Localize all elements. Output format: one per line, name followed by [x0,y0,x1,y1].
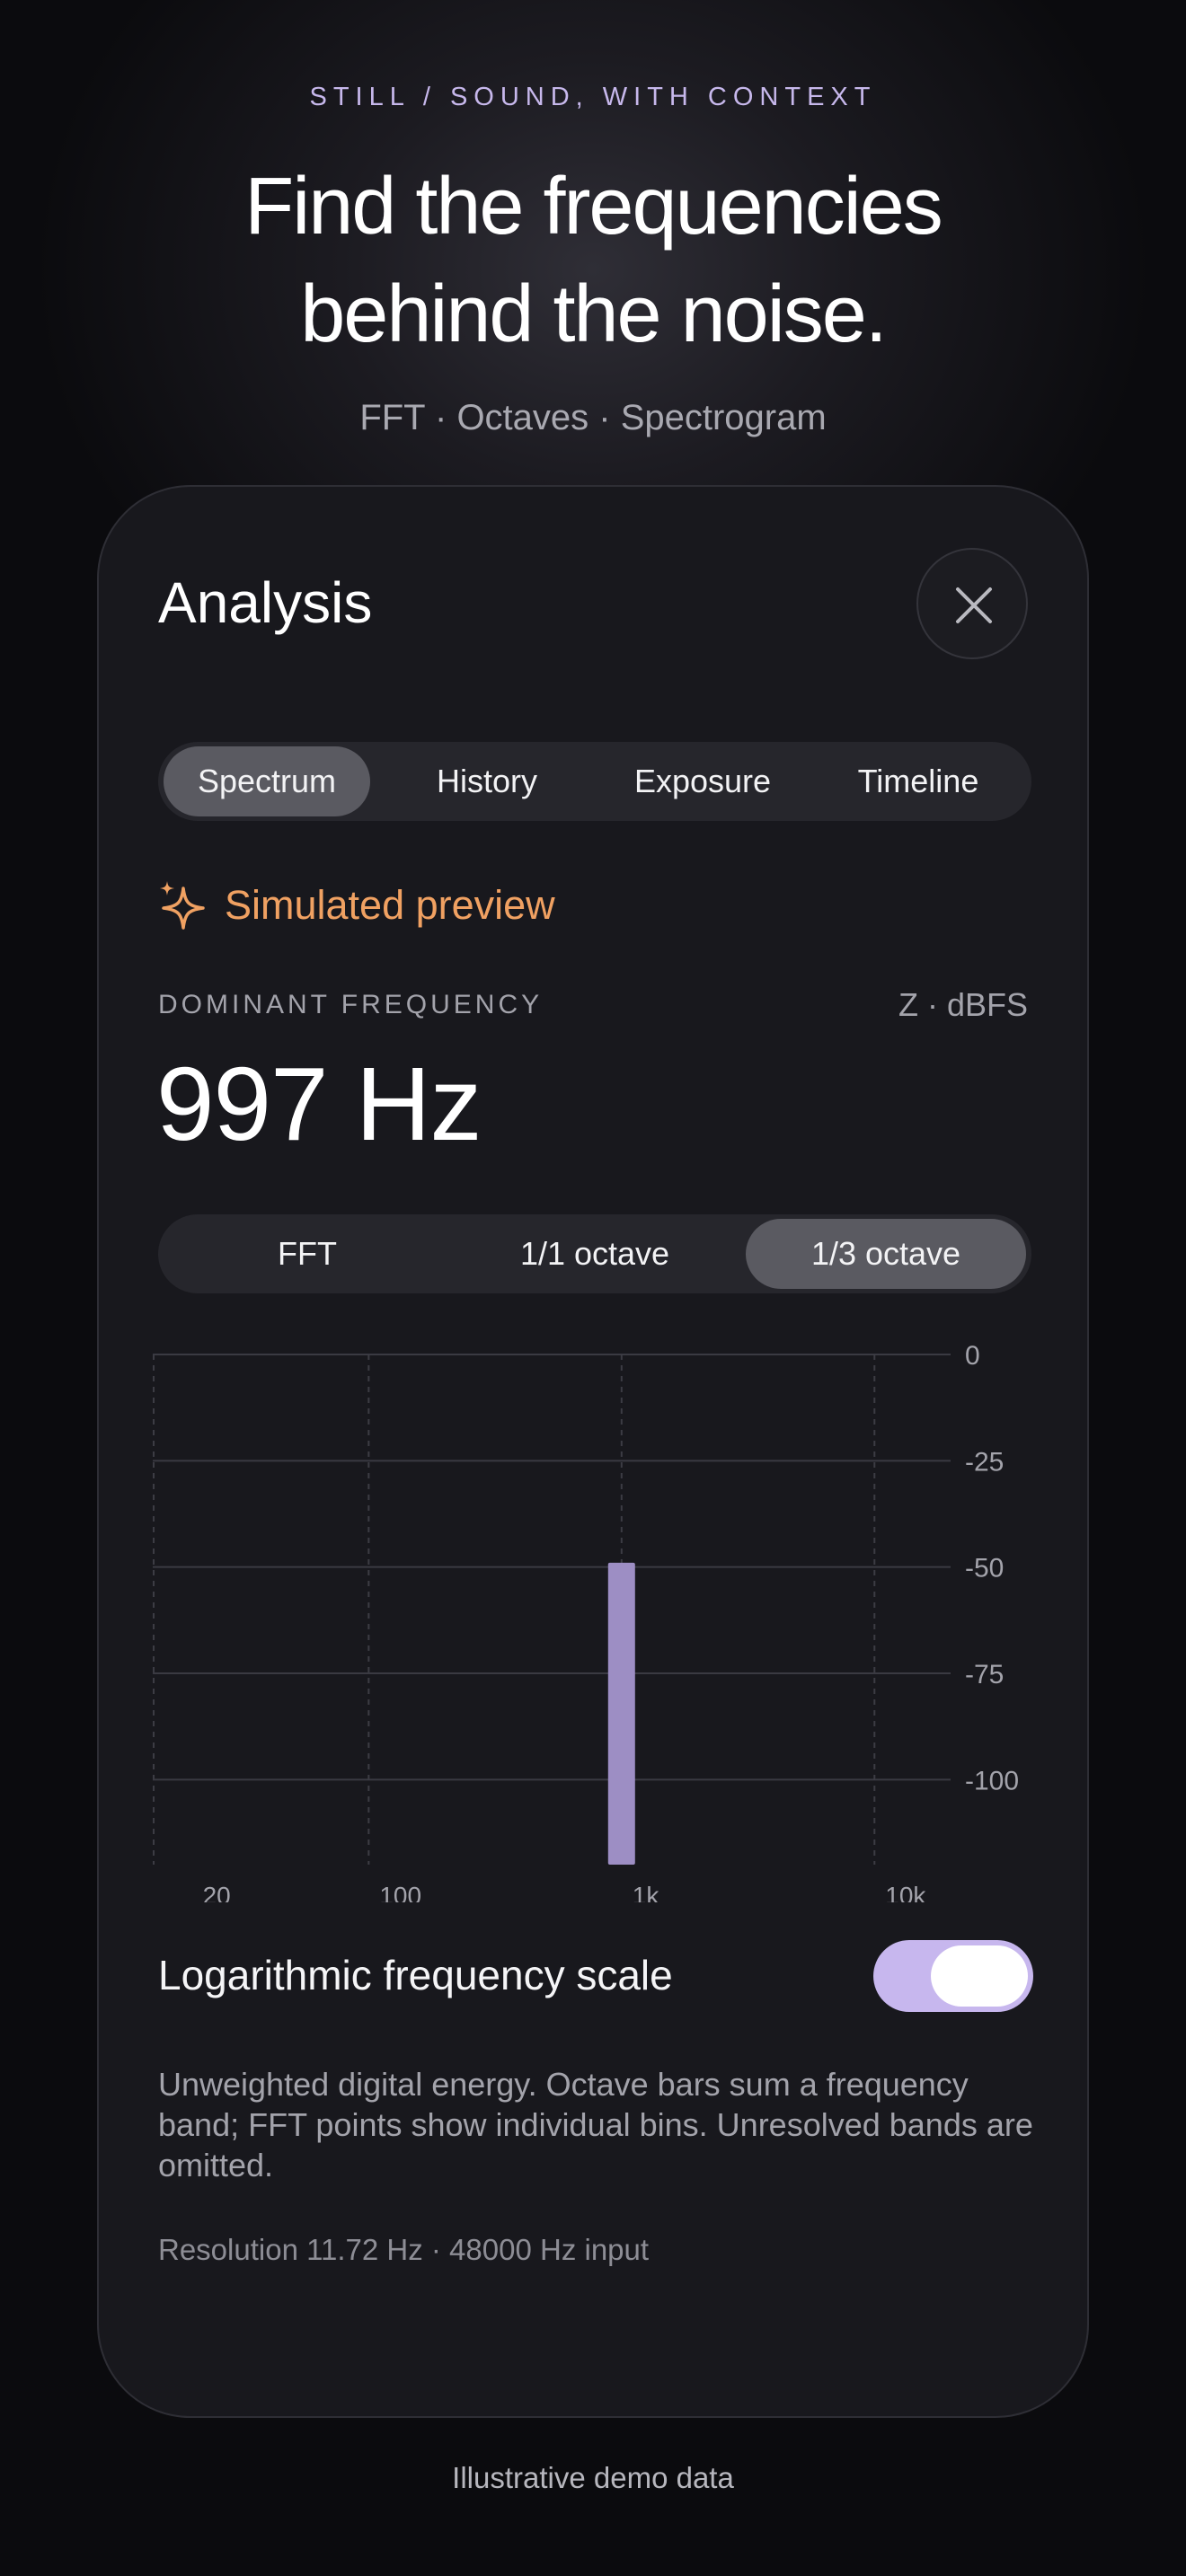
tab-history[interactable]: History [379,746,595,816]
headline: Find the frequencies behind the noise. [0,153,1186,368]
tab-spectrum[interactable]: Spectrum [164,746,370,816]
y-tick-label: -50 [965,1554,1004,1584]
headline-line-2: behind the noise. [300,269,888,359]
preview-label: Simulated preview [225,882,555,928]
spectrum-bar [607,1562,635,1865]
log-scale-label: Logarithmic frequency scale [158,1952,673,1998]
close-icon [956,587,992,623]
sparkles-icon [160,881,205,930]
spectrum-chart: 0 -25 -50 -75 -100 20 100 1k 10k [153,1341,1019,1902]
analysis-tabs: Spectrum History Exposure Timeline [158,742,1031,821]
dominant-frequency-label: DOMINANT FREQUENCY [158,990,544,1019]
resolution-text: Resolution 11.72 Hz · 48000 Hz input [158,2233,650,2266]
close-button[interactable] [916,548,1028,659]
panel-title: Analysis [158,570,373,635]
x-tick-label: 20 [203,1882,231,1902]
spectrum-mode-selector: FFT 1/1 octave 1/3 octave [158,1214,1031,1293]
y-tick-label: -100 [965,1766,1019,1795]
x-tick-label: 10k [885,1882,926,1902]
eyebrow-text: STILL / SOUND, WITH CONTEXT [309,83,877,111]
log-scale-toggle[interactable] [873,1940,1033,2012]
analysis-panel: Analysis Spectrum History Exposure Timel… [97,485,1089,2418]
headline-line-1: Find the frequencies [244,162,943,251]
subline: FFT · Octaves · Spectrogram [359,398,827,437]
tab-timeline[interactable]: Timeline [810,746,1026,816]
dominant-frequency-value: 997 Hz [156,1045,482,1162]
x-tick-label: 100 [379,1882,421,1902]
description-text: Unweighted digital energy. Octave bars s… [158,2066,1033,2183]
simulated-preview-notice: Simulated preview [158,878,555,932]
x-tick-label: 1k [633,1882,660,1902]
weighting-label: Z · dBFS [898,986,1028,1023]
mode-third-octave[interactable]: 1/3 octave [746,1219,1026,1289]
y-tick-label: -75 [965,1660,1004,1689]
mode-octave[interactable]: 1/1 octave [451,1219,739,1289]
footer-note: Illustrative demo data [452,2461,734,2494]
tab-exposure[interactable]: Exposure [595,746,810,816]
toggle-knob [931,1945,1028,2007]
y-tick-label: 0 [965,1341,980,1371]
y-tick-label: -25 [965,1447,1004,1477]
mode-fft[interactable]: FFT [164,1219,451,1289]
